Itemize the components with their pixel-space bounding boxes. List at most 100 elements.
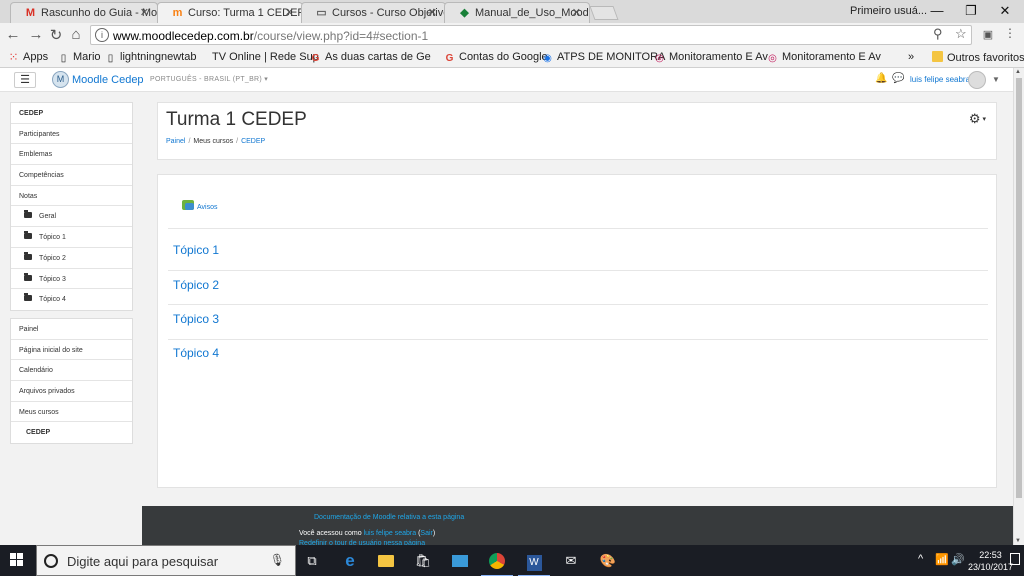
notifications-bell-icon[interactable]: 🔔 <box>875 73 887 84</box>
taskbar-search[interactable]: Digite aqui para pesquisar 🎙 <box>36 545 296 576</box>
address-bar[interactable]: i www.moodlecedep.com.br/course/view.php… <box>90 25 972 45</box>
close-icon[interactable]: ✕ <box>572 6 581 19</box>
site-logo[interactable]: M <box>52 71 69 88</box>
user-menu-name[interactable]: luis felipe seabra <box>910 75 970 84</box>
menu-icon[interactable]: ⋮ <box>1001 26 1019 40</box>
microphone-icon[interactable]: 🎙 <box>270 553 285 567</box>
volume-icon[interactable]: 🔊 <box>951 553 965 566</box>
file-explorer-icon[interactable] <box>376 551 396 571</box>
gear-icon[interactable]: ⚙ ▾ <box>969 111 986 127</box>
home-icon[interactable]: ⌂ <box>67 26 85 43</box>
nav-item[interactable]: Tópico 2 <box>11 248 132 269</box>
topic-4-link[interactable]: Tópico 4 <box>173 346 219 360</box>
topic-1-link[interactable]: Tópico 1 <box>173 243 219 257</box>
info-icon[interactable]: i <box>95 28 109 42</box>
other-bookmarks[interactable]: Outros favoritos <box>932 51 1024 64</box>
bookmarks-bar: ⁙ Apps ▯ Mario ▯ lightningnewtab TV Online | R… <box>0 47 1024 68</box>
circle-icon: ◎ <box>768 53 777 64</box>
bookmark-item[interactable]: ◎ Monitoramento E Av <box>654 51 768 64</box>
drawer-toggle-icon[interactable]: ☰ <box>14 72 36 88</box>
nav-item[interactable]: Painel <box>11 319 132 340</box>
bookmark-item[interactable]: ◉ ATPS DE MONITORA <box>542 51 665 64</box>
bookmark-item[interactable]: ⁙ Apps <box>8 51 48 63</box>
scrollbar-thumb[interactable] <box>1016 78 1022 498</box>
nav-item[interactable]: Participantes <box>11 124 132 145</box>
topic-3-link[interactable]: Tópico 3 <box>173 312 219 326</box>
window-close-button[interactable]: ✕ <box>990 3 1020 19</box>
nav-item[interactable]: CEDEP <box>11 103 132 124</box>
forward-icon[interactable]: → <box>27 26 45 43</box>
bookmark-item[interactable]: ◎ Monitoramento E Av <box>767 51 881 64</box>
breadcrumb-painel[interactable]: Painel <box>166 138 185 145</box>
breadcrumb-meus-cursos: Meus cursos <box>193 138 234 145</box>
minimize-button[interactable]: — <box>922 3 952 18</box>
nav-item[interactable]: Tópico 3 <box>11 269 132 290</box>
shield-icon: ◉ <box>543 53 552 64</box>
nav-item[interactable]: Página inicial do site <box>11 340 132 361</box>
nav-item[interactable]: Competências <box>11 165 132 186</box>
forum-link-avisos[interactable]: Avisos <box>197 204 218 211</box>
profile-button[interactable]: Primeiro usuá... <box>850 5 927 17</box>
chrome-icon[interactable] <box>481 551 513 576</box>
bookmark-item[interactable]: G Contas do Google <box>444 51 548 64</box>
breadcrumb-cedep[interactable]: CEDEP <box>241 138 265 145</box>
page-scrollbar[interactable]: ▲ ▼ <box>1013 68 1024 545</box>
system-clock[interactable]: 22:53 23/10/2017 <box>968 549 1013 573</box>
extension-icon[interactable]: ▣ <box>979 28 997 41</box>
bookmark-item[interactable]: ▯ lightningnewtab <box>105 51 197 64</box>
network-icon[interactable]: 📶 <box>935 553 949 566</box>
logout-link[interactable]: Sair <box>420 530 432 537</box>
new-tab-button[interactable] <box>589 6 619 20</box>
search-icon[interactable]: ⚲ <box>933 26 943 42</box>
reload-icon[interactable]: ↻ <box>47 26 65 44</box>
bookmark-item[interactable]: G As duas cartas de Ge <box>310 51 431 64</box>
nav-item[interactable]: Notas <box>11 186 132 207</box>
topic-2-link[interactable]: Tópico 2 <box>173 278 219 292</box>
mail-icon[interactable]: ✉ <box>561 551 581 571</box>
back-icon[interactable]: ← <box>4 26 22 43</box>
google-icon: G <box>445 53 454 64</box>
page-icon: ▭ <box>316 7 327 19</box>
tab-1[interactable]: M Rascunho do Guia - Moo ✕ <box>10 2 158 23</box>
docs-link[interactable]: Documentação de Moodle relativa a esta p… <box>314 514 464 521</box>
bookmarks-overflow-button[interactable]: » <box>908 51 914 63</box>
page-title: Turma 1 CEDEP <box>166 109 307 130</box>
nav-group: CEDEP Participantes Emblemas Competências No… <box>10 102 133 311</box>
bookmark-star-icon[interactable]: ☆ <box>955 26 967 42</box>
app-icon-2[interactable]: 🎨 <box>598 551 618 571</box>
nav-item[interactable]: Tópico 4 <box>11 289 132 310</box>
nav-item[interactable]: Tópico 1 <box>11 227 132 248</box>
avatar[interactable] <box>968 71 986 89</box>
bookmark-item[interactable]: ▯ Mario <box>58 51 101 64</box>
word-icon[interactable]: W <box>518 551 550 576</box>
nav-item[interactable]: CEDEP <box>11 422 132 443</box>
profile-link[interactable]: luis felipe seabra <box>364 530 417 537</box>
bookmark-item[interactable]: TV Online | Rede Sup <box>212 51 319 63</box>
app-icon[interactable] <box>450 551 470 571</box>
section-divider <box>168 228 988 229</box>
tab-3[interactable]: ▭ Cursos - Curso Objetivo ✕ <box>301 2 446 23</box>
language-menu[interactable]: PORTUGUÊS - BRASIL (PT_BR) ▾ <box>150 75 268 83</box>
edge-icon[interactable]: e <box>340 551 360 571</box>
browser-tabstrip: M Rascunho do Guia - Moo ✕ m Curso: Turma 1 … <box>0 0 1024 23</box>
tab-2[interactable]: m Curso: Turma 1 CEDEP ✕ <box>157 2 303 23</box>
tab-4[interactable]: ◆ Manual_de_Uso_Moodle ✕ <box>444 2 590 23</box>
url-text[interactable]: www.moodlecedep.com.br/course/view.php?i… <box>113 29 428 43</box>
store-icon[interactable]: 🛍 <box>413 551 433 571</box>
nav-item[interactable]: Meus cursos <box>11 402 132 423</box>
close-icon[interactable]: ✕ <box>285 6 294 19</box>
action-center-icon[interactable] <box>1010 553 1020 565</box>
tray-overflow-icon[interactable]: ^ <box>918 553 923 565</box>
windows-start-icon[interactable] <box>10 553 24 567</box>
chevron-down-icon[interactable]: ▼ <box>992 75 1000 84</box>
nav-item[interactable]: Geral <box>11 206 132 228</box>
task-view-icon[interactable]: ⧉ <box>302 551 322 571</box>
nav-item[interactable]: Emblemas <box>11 144 132 166</box>
close-icon[interactable]: ✕ <box>140 6 149 19</box>
site-name-link[interactable]: Moodle Cedep <box>72 74 144 86</box>
close-icon[interactable]: ✕ <box>428 6 437 19</box>
messages-icon[interactable]: 💬 <box>892 73 904 84</box>
nav-item[interactable]: Calendário <box>11 360 132 381</box>
restore-button[interactable]: ❐ <box>956 3 986 19</box>
nav-item[interactable]: Arquivos privados <box>11 381 132 402</box>
